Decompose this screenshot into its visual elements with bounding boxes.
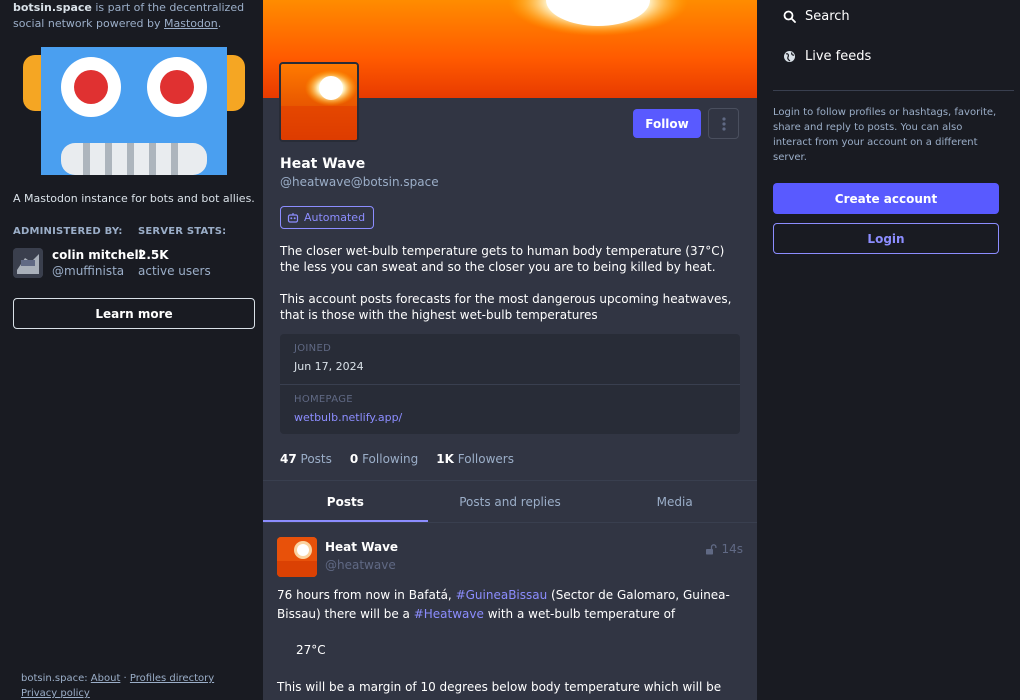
nav-live-feeds[interactable]: Live feeds bbox=[783, 49, 871, 64]
robot-icon bbox=[287, 212, 299, 223]
robot-mascot-image bbox=[13, 47, 255, 175]
hashtag-guineabissau[interactable]: #GuineaBissau bbox=[456, 588, 548, 602]
following-count[interactable]: 0 Following bbox=[350, 452, 418, 466]
nav-divider bbox=[773, 90, 1014, 91]
status-avatar[interactable] bbox=[277, 537, 317, 577]
footer-profiles-directory-link[interactable]: Profiles directory bbox=[130, 673, 214, 684]
login-button[interactable]: Login bbox=[773, 223, 999, 254]
posts-count[interactable]: 47 Posts bbox=[280, 452, 332, 466]
kebab-menu-icon bbox=[721, 116, 726, 131]
profile-fields: JOINED Jun 17, 2024 HOMEPAGE wetbulb.net… bbox=[280, 334, 740, 434]
status-content-continued: This will be a margin of 10 degrees belo… bbox=[277, 680, 722, 694]
administered-by-label: ADMINISTERED BY: bbox=[13, 226, 123, 237]
active-users-label: active users bbox=[138, 264, 211, 278]
footer-privacy-policy-link[interactable]: Privacy policy bbox=[21, 688, 90, 699]
server-stats-label: SERVER STATS: bbox=[138, 226, 227, 237]
learn-more-button[interactable]: Learn more bbox=[13, 298, 255, 329]
search-icon bbox=[783, 10, 796, 23]
automated-badge: Automated bbox=[280, 206, 375, 229]
footer-about-link[interactable]: About bbox=[91, 673, 121, 684]
homepage-link[interactable]: wetbulb.netlify.app/ bbox=[294, 411, 726, 424]
profile-handle: @heatwave@botsin.space bbox=[280, 175, 439, 189]
tab-posts[interactable]: Posts bbox=[263, 481, 428, 522]
admin-avatar-icon bbox=[13, 248, 43, 278]
status-timestamp[interactable]: 14s bbox=[705, 542, 743, 556]
unlock-icon bbox=[706, 543, 718, 554]
status-post[interactable]: Heat Wave @heatwave 14s 76 hours from no… bbox=[263, 522, 757, 700]
status-handle[interactable]: @heatwave bbox=[325, 558, 396, 572]
navigation-column: Search Live feeds Login to follow profil… bbox=[757, 0, 1020, 700]
profile-column: Follow Heat Wave @heatwave@botsin.space … bbox=[263, 0, 757, 700]
status-display-name[interactable]: Heat Wave bbox=[325, 540, 398, 554]
status-temperature: 27°C bbox=[296, 643, 326, 657]
status-content: 76 hours from now in Bafatá, #GuineaBiss… bbox=[277, 588, 730, 621]
profile-bio: The closer wet-bulb temperature gets to … bbox=[280, 244, 732, 322]
active-users-count: 2.5K bbox=[138, 248, 169, 262]
login-prompt: Login to follow profiles or hashtags, fa… bbox=[773, 107, 997, 163]
tab-posts-and-replies[interactable]: Posts and replies bbox=[428, 481, 593, 522]
hashtag-heatwave[interactable]: #Heatwave bbox=[414, 607, 484, 621]
sunset-avatar-image bbox=[281, 64, 357, 140]
sunset-avatar-small-image bbox=[277, 537, 317, 577]
footer-links: botsin.space: About · Profiles directory… bbox=[21, 673, 215, 699]
profile-avatar[interactable] bbox=[279, 62, 359, 142]
followers-count[interactable]: 1K Followers bbox=[436, 452, 514, 466]
admin-handle[interactable]: @muffinista bbox=[52, 264, 124, 278]
server-intro: botsin.space is part of the decentralize… bbox=[13, 1, 245, 30]
profile-menu-button[interactable] bbox=[708, 108, 739, 139]
server-info-column: botsin.space is part of the decentralize… bbox=[0, 0, 263, 700]
admin-avatar[interactable] bbox=[13, 248, 43, 278]
globe-icon bbox=[784, 51, 795, 62]
mastodon-link[interactable]: Mastodon bbox=[164, 17, 218, 30]
profile-tabs: Posts Posts and replies Media bbox=[263, 480, 757, 522]
server-description: A Mastodon instance for bots and bot all… bbox=[13, 192, 255, 205]
tab-media[interactable]: Media bbox=[592, 481, 757, 522]
server-hero-image bbox=[13, 47, 255, 175]
create-account-button[interactable]: Create account bbox=[773, 183, 999, 214]
field-homepage: HOMEPAGE wetbulb.netlify.app/ bbox=[280, 384, 740, 434]
nav-search[interactable]: Search bbox=[783, 9, 850, 24]
profile-counts: 47 Posts 0 Following 1K Followers bbox=[280, 452, 514, 466]
server-domain: botsin.space bbox=[13, 1, 92, 14]
follow-button[interactable]: Follow bbox=[633, 109, 701, 138]
admin-name[interactable]: colin mitchell bbox=[52, 248, 143, 262]
profile-display-name: Heat Wave bbox=[280, 156, 366, 172]
field-joined: JOINED Jun 17, 2024 bbox=[294, 343, 364, 373]
